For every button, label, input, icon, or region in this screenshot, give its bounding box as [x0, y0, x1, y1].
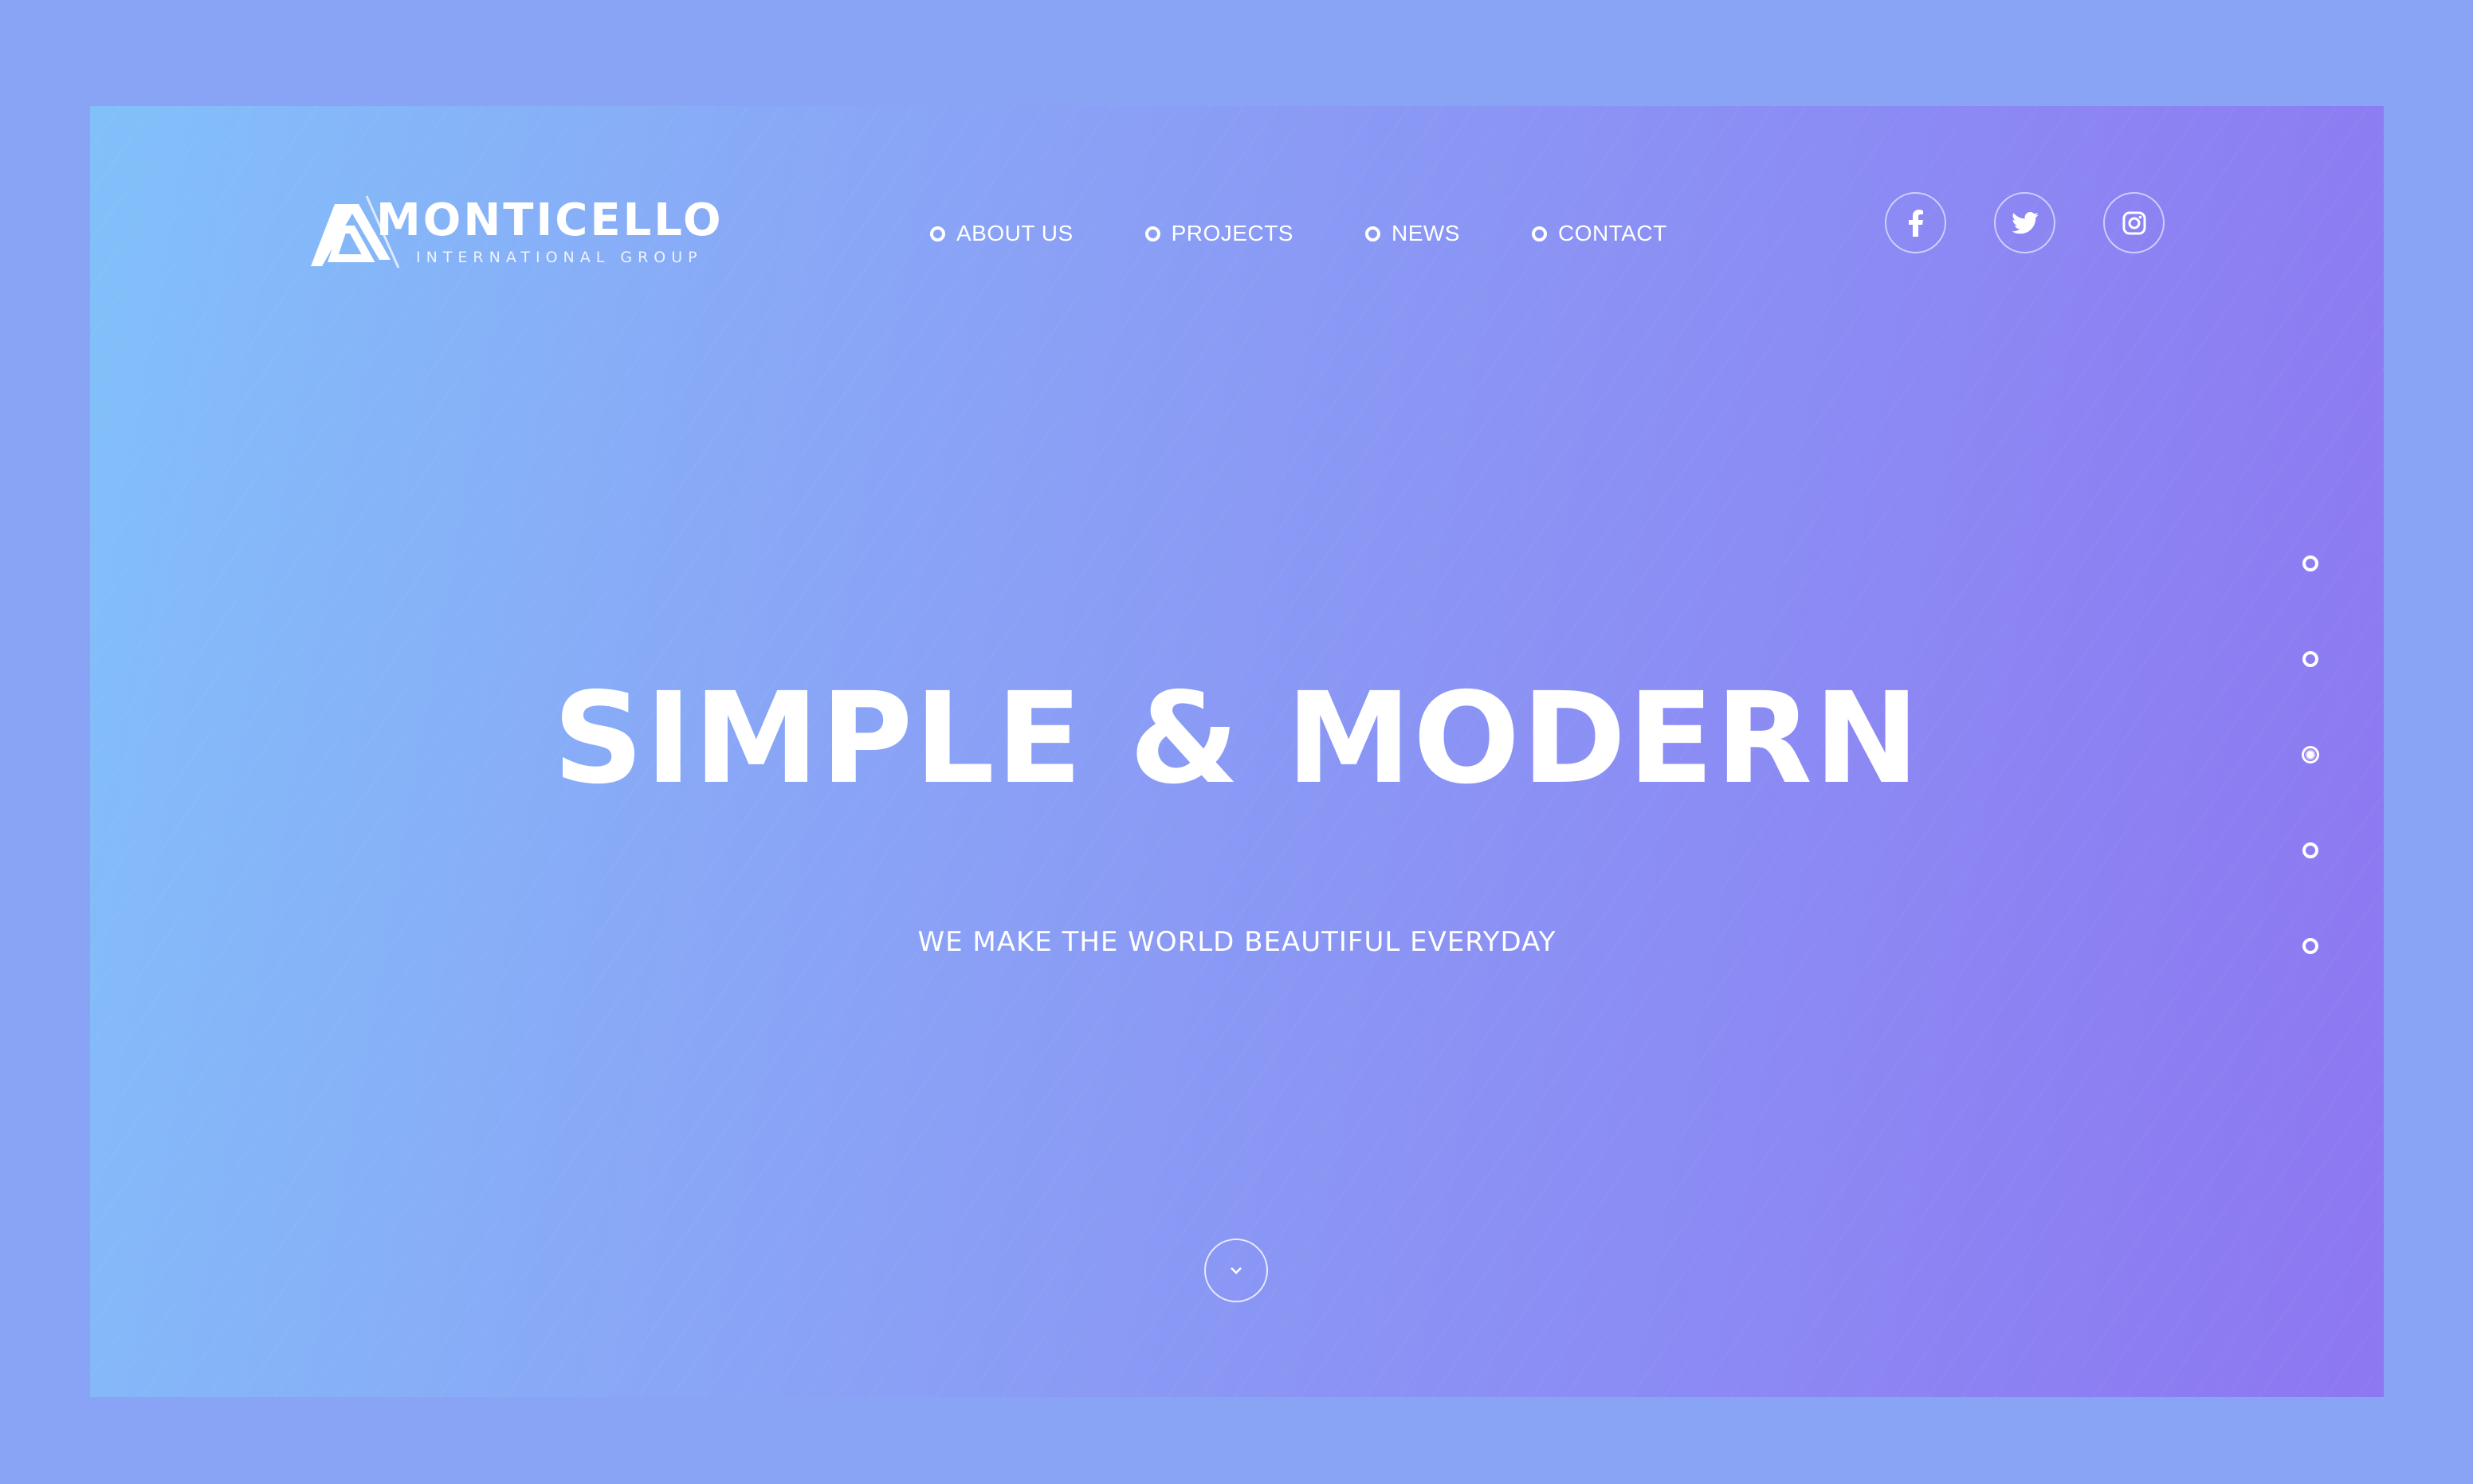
nav-bullet-icon	[1364, 226, 1380, 241]
main-nav: ABOUT US PROJECTS NEWS CONTACT	[930, 210, 1667, 257]
nav-item-projects[interactable]: PROJECTS	[1144, 221, 1293, 246]
nav-item-about-us[interactable]: ABOUT US	[930, 221, 1074, 246]
brand-name: MONTICELLO	[376, 194, 724, 246]
instagram-button[interactable]	[2103, 192, 2165, 253]
pagination-dot[interactable]	[2302, 842, 2318, 858]
brand-logo[interactable]: MONTICELLO INTERNATIONAL GROUP	[303, 180, 721, 276]
pagination-dot[interactable]	[2302, 651, 2318, 667]
pagination-dot[interactable]	[2302, 556, 2318, 571]
nav-item-label: CONTACT	[1557, 221, 1667, 245]
pagination-dot[interactable]	[2302, 938, 2318, 954]
social-links	[1885, 192, 2165, 253]
twitter-icon	[2011, 211, 2039, 234]
facebook-button[interactable]	[1885, 192, 1946, 253]
chevron-down-icon	[1231, 1267, 1242, 1274]
pagination-dot-active[interactable]	[2302, 746, 2319, 764]
brand-tagline: INTERNATIONAL GROUP	[416, 249, 703, 266]
nav-bullet-icon	[930, 226, 945, 241]
nav-item-label: NEWS	[1391, 221, 1460, 245]
nav-item-contact[interactable]: CONTACT	[1531, 221, 1667, 246]
scroll-down-button[interactable]	[1204, 1239, 1268, 1302]
nav-item-label: ABOUT US	[956, 221, 1074, 245]
hero-section: MONTICELLO INTERNATIONAL GROUP ABOUT US …	[90, 106, 2384, 1397]
instagram-icon	[2122, 211, 2145, 234]
nav-bullet-icon	[1144, 226, 1160, 241]
hero-title: SIMPLE & MODERN	[552, 665, 1921, 812]
twitter-button[interactable]	[1994, 192, 2055, 253]
nav-item-news[interactable]: NEWS	[1364, 221, 1460, 246]
facebook-icon	[1908, 209, 1923, 237]
nav-bullet-icon	[1531, 226, 1547, 241]
nav-item-label: PROJECTS	[1171, 221, 1293, 245]
hero-subtitle: WE MAKE THE WORLD BEAUTIFUL EVERYDAY	[917, 926, 1556, 958]
